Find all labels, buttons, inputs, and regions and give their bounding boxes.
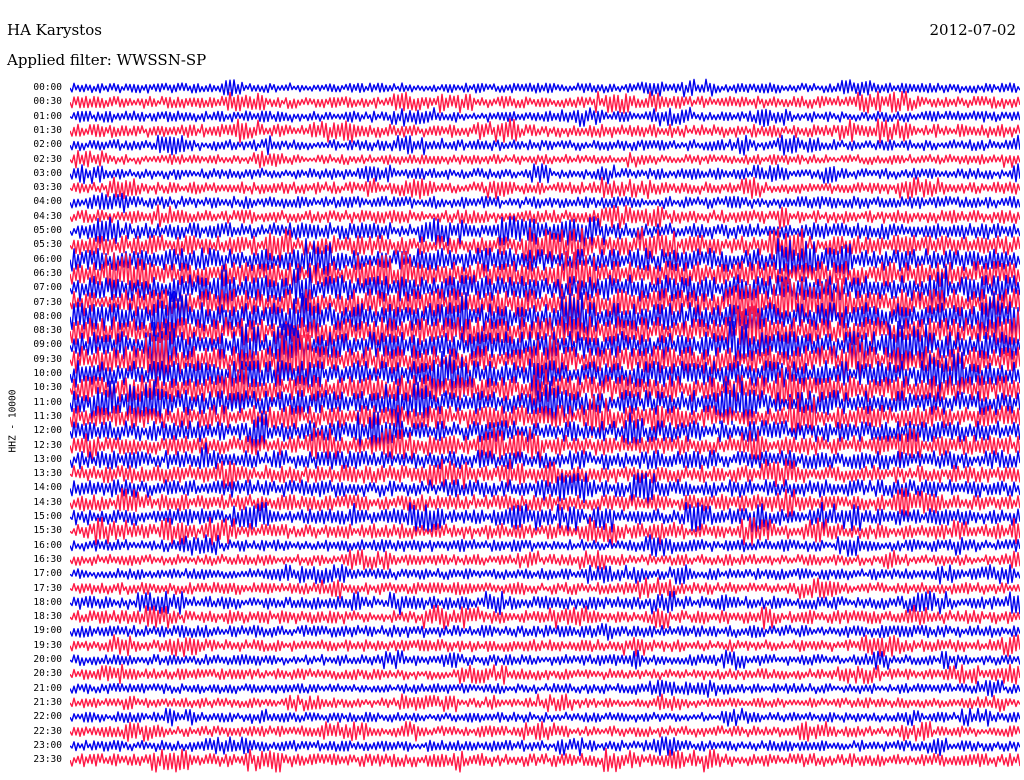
- trace-row-0030: [70, 90, 1020, 114]
- time-tick-label: 04:30: [33, 210, 62, 222]
- time-tick-label: 21:30: [33, 696, 62, 708]
- time-tick-label: 18:30: [33, 611, 62, 623]
- time-tick-label: 02:30: [33, 153, 62, 165]
- time-tick-label: 11:30: [33, 410, 62, 422]
- time-tick-label: 23:30: [33, 754, 62, 766]
- time-tick-label: 22:30: [33, 725, 62, 737]
- time-tick-label: 17:30: [33, 582, 62, 594]
- time-tick-label: 16:30: [33, 553, 62, 565]
- channel-label: HHZ - 10000: [7, 389, 19, 453]
- time-tick-label: 13:30: [33, 468, 62, 480]
- time-tick-label: 12:00: [33, 425, 62, 437]
- trace-row-2300: [70, 736, 1020, 757]
- time-tick-label: 04:00: [33, 196, 62, 208]
- time-tick-label: 16:00: [33, 539, 62, 551]
- time-tick-label: 01:30: [33, 124, 62, 136]
- seismogram-plot: [70, 78, 1020, 773]
- trace-row-2200: [70, 707, 1020, 727]
- trace-row-2330: [70, 747, 1020, 773]
- time-tick-label: 05:30: [33, 239, 62, 251]
- helicorder-page: HA Karystos 2012-07-02 Applied filter: W…: [0, 0, 1024, 780]
- time-tick-label: 09:30: [33, 353, 62, 365]
- time-tick-label: 10:00: [33, 368, 62, 379]
- time-tick-label: 05:00: [33, 225, 62, 236]
- time-tick-label: 02:00: [33, 139, 62, 151]
- time-tick-label: 06:30: [33, 267, 62, 279]
- time-tick-label: 15:30: [33, 525, 62, 537]
- time-tick-label: 13:00: [33, 453, 62, 465]
- time-tick-label: 08:00: [33, 310, 62, 322]
- station-title: HA Karystos: [7, 21, 102, 39]
- trace-row-1700: [70, 563, 1020, 585]
- trace-row-0200: [70, 134, 1020, 156]
- time-tick-label: 09:00: [33, 339, 62, 351]
- time-tick-label: 19:00: [33, 625, 62, 637]
- trace-row-2030: [70, 663, 1020, 685]
- time-tick-label: 01:00: [33, 110, 62, 122]
- time-tick-label: 23:00: [33, 739, 62, 751]
- trace-row-2230: [70, 721, 1020, 742]
- date-label: 2012-07-02: [929, 21, 1016, 39]
- time-tick-label: 17:00: [33, 568, 62, 580]
- time-tick-label: 12:30: [33, 439, 62, 451]
- trace-row-2130: [70, 693, 1020, 713]
- trace-row-1830: [70, 604, 1020, 630]
- time-tick-label: 15:00: [33, 511, 62, 522]
- trace-row-0230: [70, 150, 1020, 169]
- trace-row-0300: [70, 163, 1020, 185]
- time-tick-label: 07:00: [33, 282, 62, 294]
- time-tick-label: 03:30: [33, 182, 62, 194]
- time-tick-label: 07:30: [33, 296, 62, 308]
- trace-row-1730: [70, 577, 1020, 600]
- time-tick-label: 19:30: [33, 639, 62, 651]
- time-tick-label: 18:00: [33, 596, 62, 608]
- time-tick-label: 00:30: [33, 96, 62, 108]
- time-tick-label: 11:00: [33, 396, 62, 408]
- trace-row-0330: [70, 176, 1020, 200]
- trace-row-2100: [70, 679, 1020, 698]
- time-tick-label: 06:00: [33, 253, 62, 265]
- time-tick-label: 22:00: [33, 711, 62, 723]
- time-tick-label: 20:00: [33, 654, 62, 665]
- time-tick-label: 03:00: [33, 167, 62, 179]
- time-tick-label: 20:30: [33, 668, 62, 680]
- trace-row-0400: [70, 192, 1020, 214]
- trace-row-1900: [70, 622, 1020, 641]
- trace-row-1800: [70, 590, 1020, 616]
- time-tick-label: 21:00: [33, 682, 62, 694]
- time-tick-label: 14:00: [33, 482, 62, 494]
- time-tick-label: 00:00: [33, 82, 62, 93]
- trace-row-0130: [70, 118, 1020, 144]
- time-tick-label: 14:30: [33, 496, 62, 508]
- time-tick-label: 10:30: [33, 382, 62, 394]
- time-tick-label: 08:30: [33, 325, 62, 337]
